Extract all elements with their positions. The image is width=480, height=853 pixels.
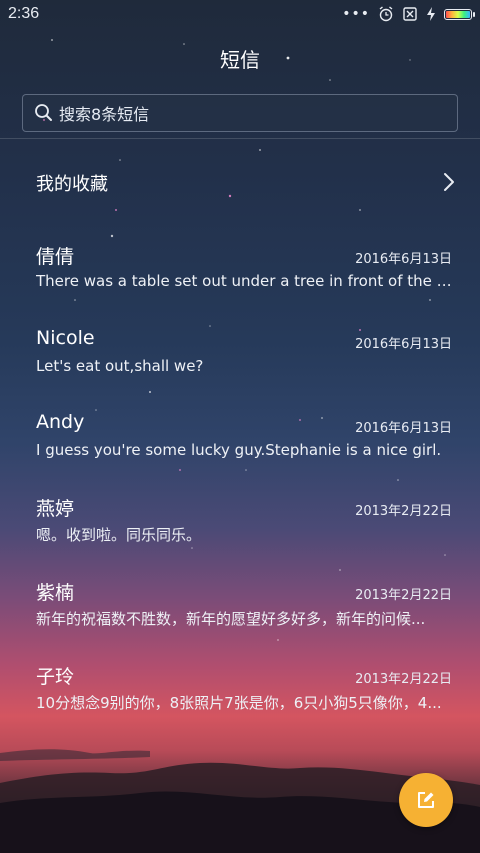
header-divider <box>0 138 480 139</box>
thread-item[interactable]: 子玲 2013年2月22日 10分想念9别的你，8张照片7张是你，6只小狗5只像… <box>0 662 480 734</box>
charging-icon <box>427 7 435 21</box>
thread-date: 2013年2月22日 <box>355 588 452 603</box>
status-bar: 2:36 ••• <box>0 0 480 28</box>
status-icons: ••• <box>342 6 475 22</box>
thread-contact-name: 燕婷 <box>36 498 75 520</box>
thread-preview: There was a table set out under a tree i… <box>36 272 452 290</box>
thread-item[interactable]: 燕婷 2013年2月22日 嗯。收到啦。同乐同乐。 <box>0 494 480 566</box>
thread-preview: 嗯。收到啦。同乐同乐。 <box>36 526 202 544</box>
thread-contact-name: 倩倩 <box>36 246 75 268</box>
thread-date: 2016年6月13日 <box>355 421 452 436</box>
thread-item[interactable]: 倩倩 2016年6月13日 There was a table set out … <box>0 242 480 314</box>
search-input[interactable]: 搜索8条短信 <box>22 94 458 132</box>
thread-date: 2013年2月22日 <box>355 672 452 687</box>
no-sim-icon <box>403 7 417 21</box>
thread-preview: 新年的祝福数不胜数，新年的愿望好多好多，新年的问候... <box>36 610 426 628</box>
thread-contact-name: Andy <box>36 411 85 433</box>
dots-icon: ••• <box>342 6 370 22</box>
favorites-row[interactable]: 我的收藏 <box>0 160 480 206</box>
alarm-icon <box>379 6 393 22</box>
thread-contact-name: 紫楠 <box>36 582 75 604</box>
search-placeholder: 搜索8条短信 <box>59 105 150 124</box>
thread-date: 2016年6月13日 <box>355 337 452 352</box>
thread-preview: I guess you're some lucky guy.Stephanie … <box>36 441 442 459</box>
page-title: 短信 <box>220 48 260 72</box>
thread-preview: 10分想念9别的你，8张照片7张是你，6只小狗5只像你，4... <box>36 694 442 712</box>
thread-date: 2013年2月22日 <box>355 504 452 519</box>
battery-icon <box>444 8 475 20</box>
battery-fill <box>446 10 470 18</box>
thread-contact-name: 子玲 <box>36 666 75 688</box>
status-time: 2:36 <box>8 5 40 22</box>
thread-date: 2016年6月13日 <box>355 252 452 267</box>
favorites-label: 我的收藏 <box>36 174 108 195</box>
thread-item[interactable]: 紫楠 2013年2月22日 新年的祝福数不胜数，新年的愿望好多好多，新年的问候.… <box>0 578 480 650</box>
compose-icon <box>418 792 434 808</box>
search-icon <box>35 104 52 121</box>
thread-preview: Let's eat out,shall we? <box>36 357 204 375</box>
thread-contact-name: Nicole <box>36 327 95 349</box>
thread-item[interactable]: Nicole 2016年6月13日 Let's eat out,shall we… <box>0 327 480 399</box>
chevron-right-icon <box>444 173 454 191</box>
compose-button[interactable] <box>399 773 453 827</box>
thread-item[interactable]: Andy 2016年6月13日 I guess you're some luck… <box>0 411 480 483</box>
